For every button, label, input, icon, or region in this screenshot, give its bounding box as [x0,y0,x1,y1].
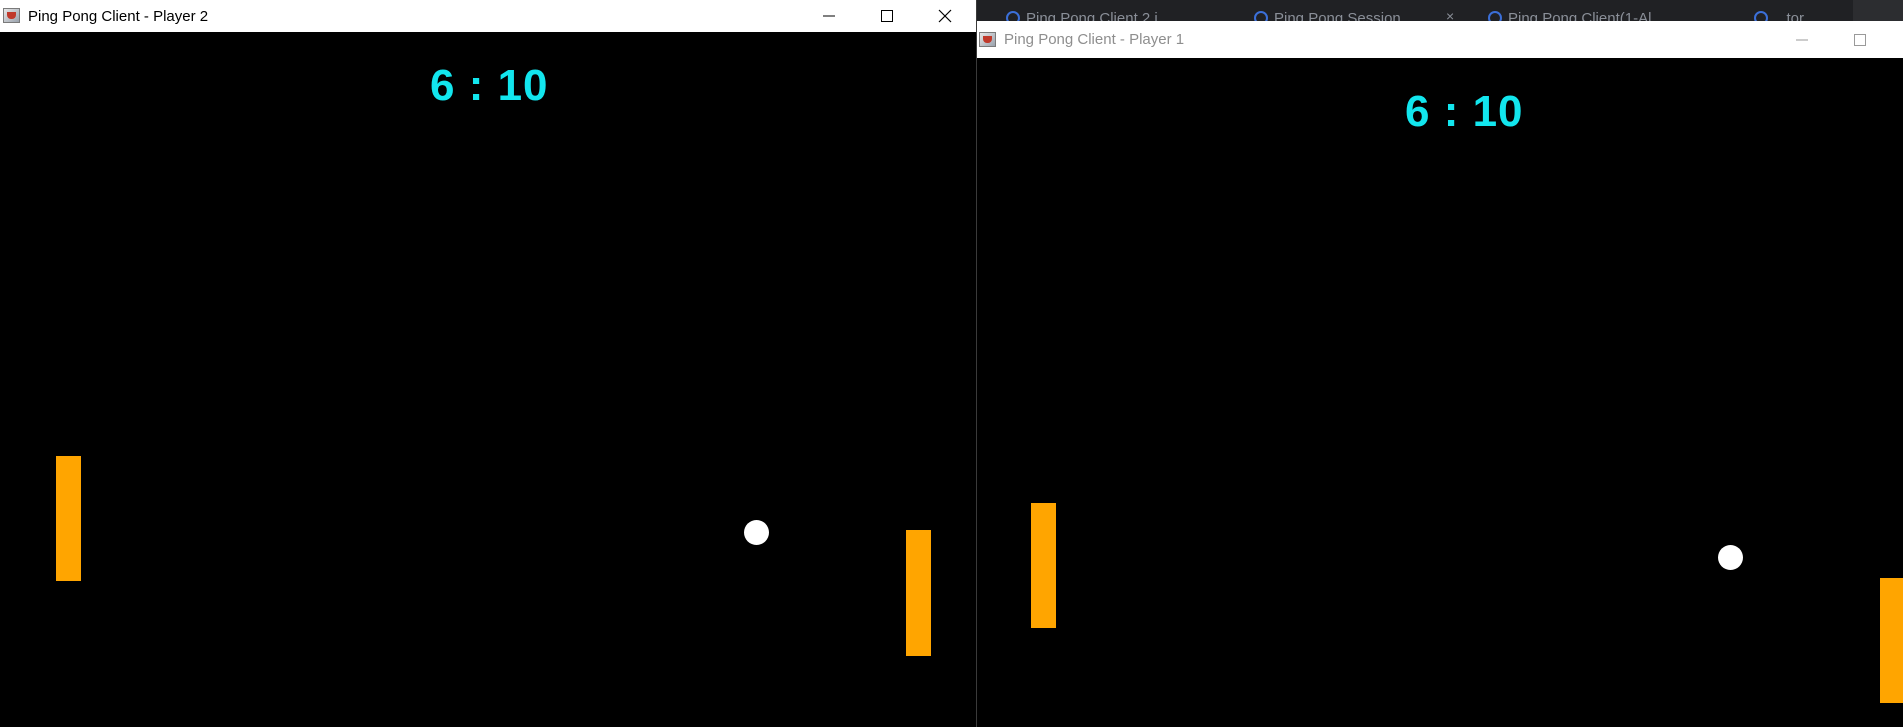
player1-game-field: 6 : 10 [976,58,1903,727]
close-icon [938,9,952,23]
maximize-button[interactable] [858,0,916,32]
right-paddle [1880,578,1903,703]
player2-titlebar[interactable]: Ping Pong Client - Player 2 [0,0,976,32]
minimize-button[interactable] [800,0,858,32]
minimize-icon [1796,39,1808,40]
left-paddle [56,456,81,581]
score-display: 6 : 10 [1405,87,1524,136]
window-divider [976,0,977,727]
window-title: Ping Pong Client - Player 1 [1004,31,1185,48]
close-button[interactable] [916,0,974,32]
minimize-button[interactable] [1773,21,1831,58]
player1-window: Ping Pong Client - Player 1 6 : 10 [976,21,1903,727]
player2-game-field: 6 : 10 [0,32,976,727]
java-app-icon [978,31,998,49]
window-title: Ping Pong Client - Player 2 [28,7,209,25]
player2-window: Ping Pong Client - Player 2 6 : 10 [0,0,976,727]
maximize-button[interactable] [1831,21,1889,58]
minimize-icon [823,15,835,17]
maximize-icon [881,10,893,22]
left-paddle [1031,503,1056,628]
score-display: 6 : 10 [430,61,549,110]
ball [744,520,769,545]
player1-titlebar[interactable]: Ping Pong Client - Player 1 [976,21,1903,58]
maximize-icon [1854,33,1866,46]
java-app-icon [2,7,22,25]
ball [1718,545,1743,570]
right-paddle [906,530,931,656]
